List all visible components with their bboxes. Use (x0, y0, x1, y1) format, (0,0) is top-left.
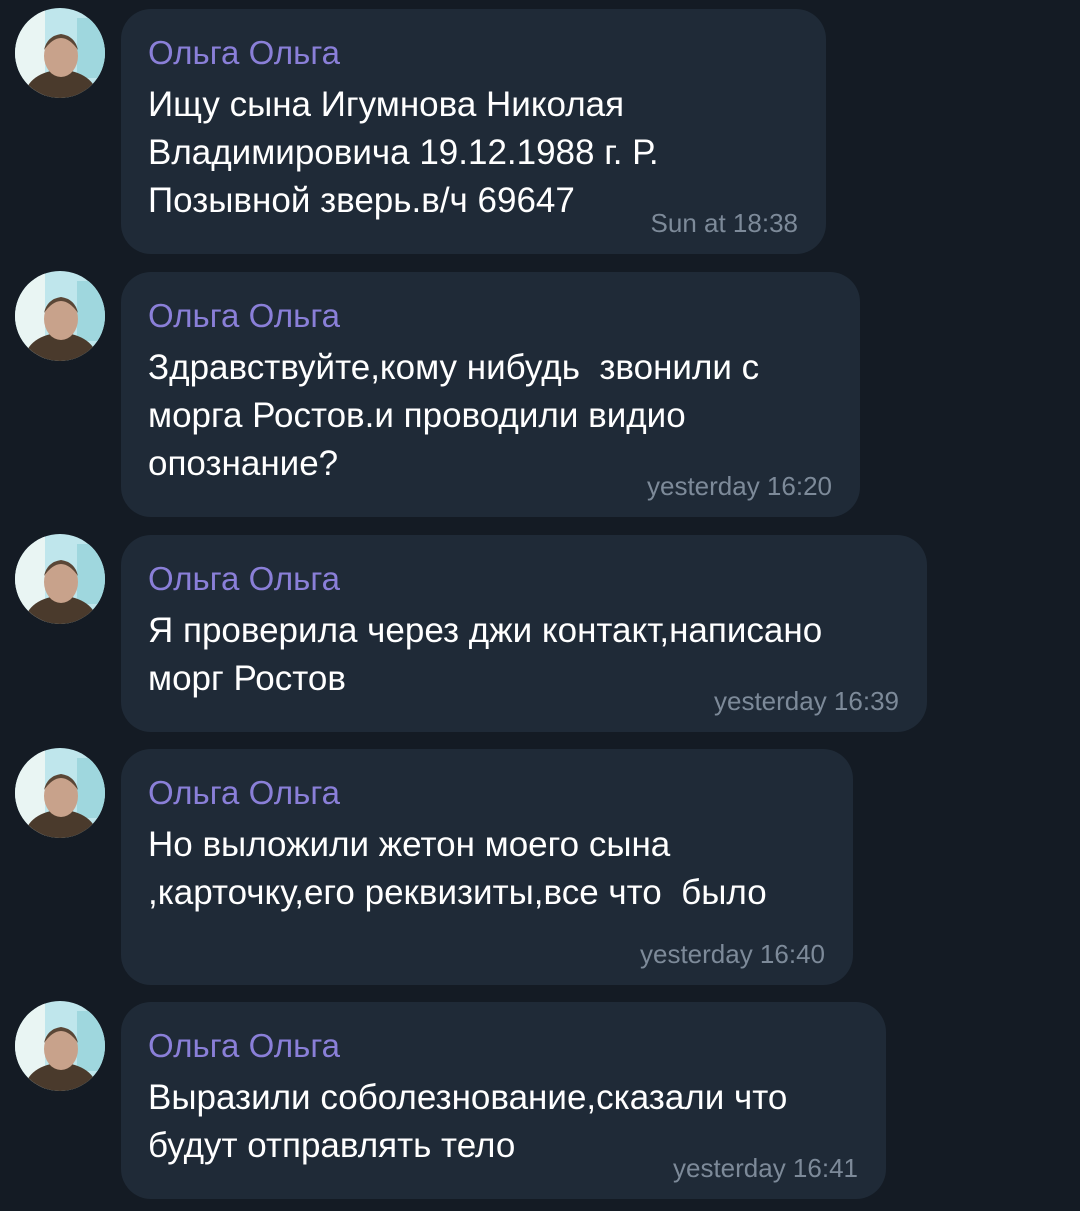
message-timestamp: yesterday 16:40 (639, 939, 825, 969)
user-photo-icon (15, 271, 105, 361)
avatar[interactable] (15, 748, 105, 838)
message-bubble[interactable]: Ольга Ольга Ищу сына Игумнова Николая Вл… (121, 9, 826, 254)
message-timestamp: yesterday 16:39 (713, 686, 899, 716)
avatar[interactable] (15, 1001, 105, 1091)
message-bubble[interactable]: Ольга Ольга Я проверила через джи контак… (121, 535, 927, 732)
sender-name[interactable]: Ольга Ольга (148, 294, 832, 338)
sender-name[interactable]: Ольга Ольга (148, 557, 899, 601)
user-photo-icon (15, 8, 105, 98)
message-text: Ищу сына Игумнова Николая Владимировича … (148, 85, 659, 220)
sender-name[interactable]: Ольга Ольга (148, 771, 825, 815)
message-timestamp: yesterday 16:41 (672, 1153, 858, 1183)
user-photo-icon (15, 534, 105, 624)
sender-name[interactable]: Ольга Ольга (148, 1024, 858, 1068)
user-photo-icon (15, 748, 105, 838)
avatar[interactable] (15, 271, 105, 361)
message-timestamp: yesterday 16:20 (646, 471, 832, 501)
avatar[interactable] (15, 8, 105, 98)
message-bubble[interactable]: Ольга Ольга Здравствуйте,кому нибудь зво… (121, 272, 860, 517)
chat-view: Ольга Ольга Ищу сына Игумнова Николая Вл… (0, 0, 1080, 1211)
message-text: Здравствуйте,кому нибудь звонили с морга… (148, 348, 760, 483)
message-bubble[interactable]: Ольга Ольга Выразили соболезнование,сказ… (121, 1002, 886, 1199)
message-timestamp: Sun at 18:38 (650, 208, 798, 238)
message-text: Но выложили жетон моего сына ,карточку,е… (148, 825, 767, 912)
user-photo-icon (15, 1001, 105, 1091)
message-bubble[interactable]: Ольга Ольга Но выложили жетон моего сына… (121, 749, 853, 985)
sender-name[interactable]: Ольга Ольга (148, 31, 798, 75)
avatar[interactable] (15, 534, 105, 624)
